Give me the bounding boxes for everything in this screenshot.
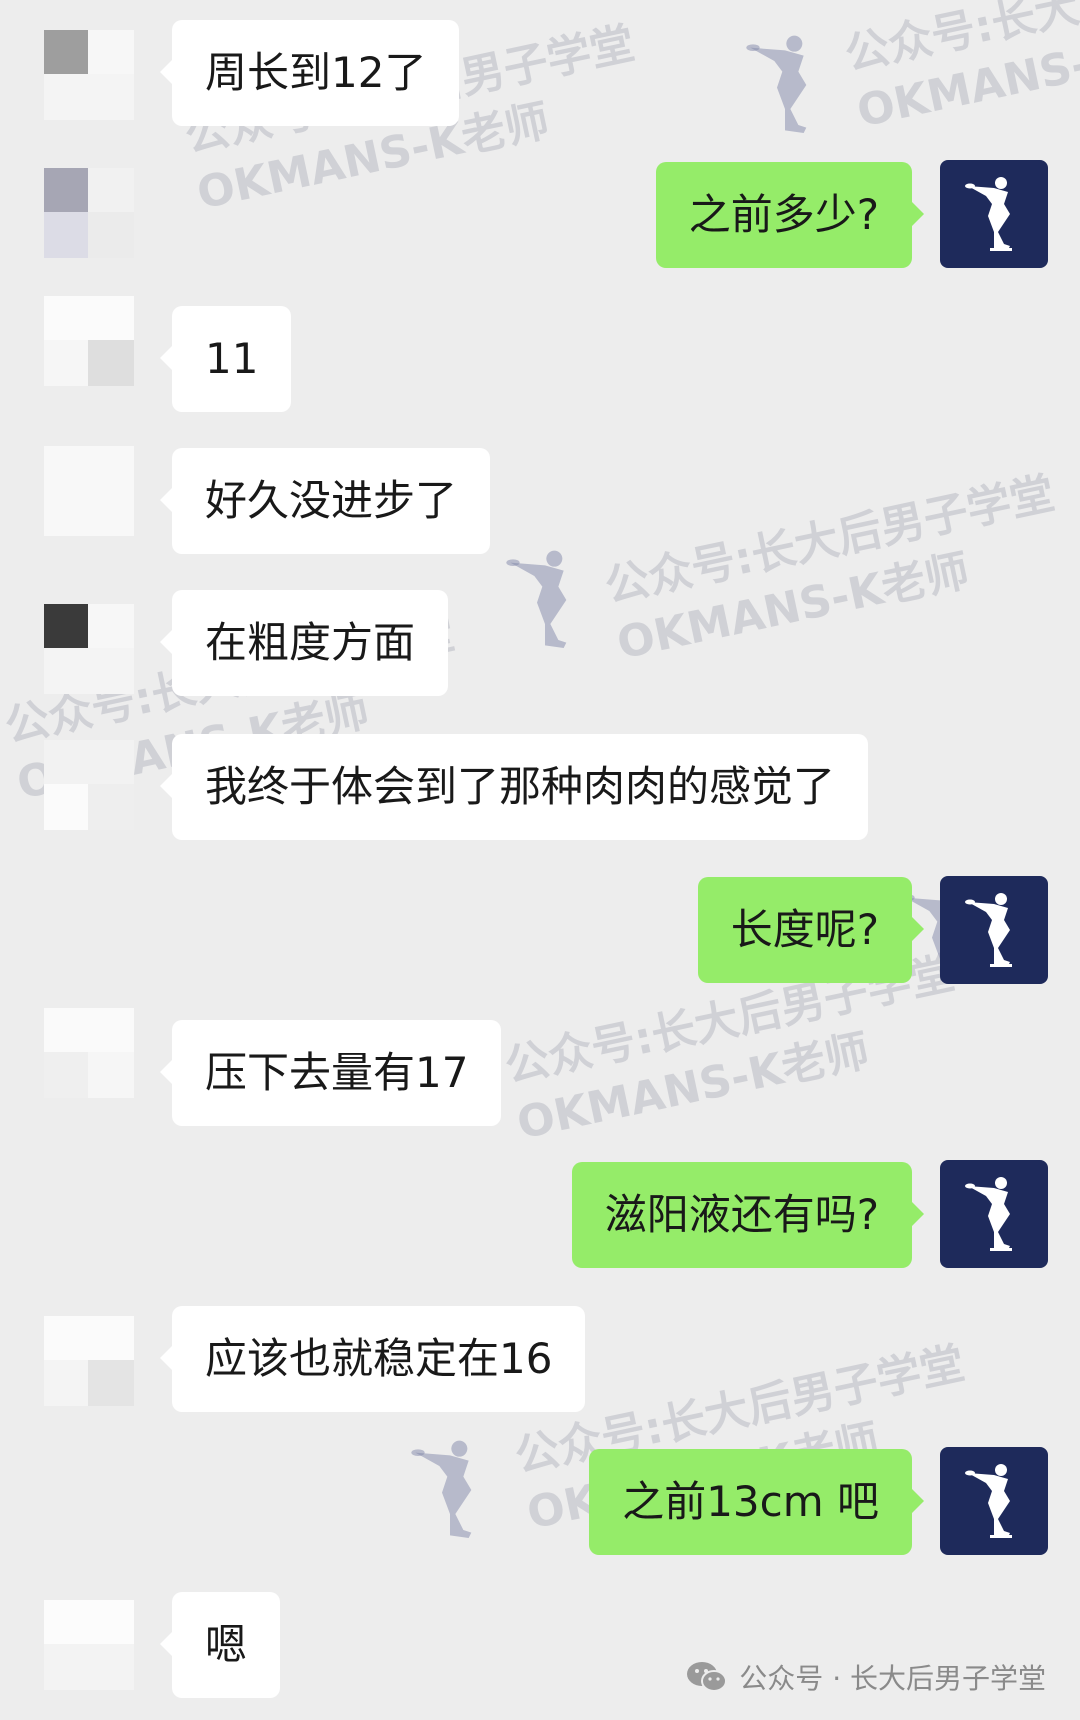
chat-window: 公众号:长大后男子学堂 OKMANS-K老师 公众号:长大后男子学堂 OKMAN… xyxy=(0,0,1080,1720)
discus-thrower-icon xyxy=(965,1464,1012,1538)
message-bubble[interactable]: 压下去量有17 xyxy=(159,1020,502,1126)
watermark-line2: OKMANS-K老师 xyxy=(612,545,974,670)
discus-thrower-icon xyxy=(411,1440,472,1538)
self-avatar[interactable] xyxy=(940,876,1048,984)
self-avatar[interactable] xyxy=(940,1447,1048,1555)
footer-text: 公众号 · 长大后男子学堂 xyxy=(739,1662,1046,1695)
message-bubble[interactable]: 应该也就稳定在16 xyxy=(159,1306,586,1412)
contact-avatar[interactable] xyxy=(44,604,134,694)
discus-thrower-icon xyxy=(965,1177,1012,1251)
watermark-line1: 公众号:长大后男子学堂 xyxy=(840,0,1080,81)
discus-thrower-icon xyxy=(506,550,567,648)
watermark: 公众号:长大后男子学堂 OKMANS-K老师 xyxy=(840,0,1080,141)
message-bubble[interactable]: 周长到12了 xyxy=(159,20,460,126)
watermark-line2: OKMANS-K老师 xyxy=(852,13,1080,138)
discus-thrower-icon xyxy=(965,893,1012,967)
contact-avatar[interactable] xyxy=(44,740,134,830)
message-bubble[interactable]: 11 xyxy=(159,306,292,412)
contact-avatar[interactable] xyxy=(44,1008,134,1098)
discus-thrower-icon xyxy=(746,35,807,133)
contact-avatar[interactable] xyxy=(44,168,134,258)
wechat-icon xyxy=(687,1662,728,1692)
message-bubble[interactable]: 嗯 xyxy=(159,1592,281,1698)
self-avatar[interactable] xyxy=(940,1160,1048,1268)
message-bubble[interactable]: 之前13cm 吧 xyxy=(589,1449,924,1555)
contact-avatar[interactable] xyxy=(44,1600,134,1690)
message-bubble[interactable]: 在粗度方面 xyxy=(159,590,449,696)
message-bubble[interactable]: 长度呢? xyxy=(697,877,925,983)
message-bubble[interactable]: 我终于体会到了那种肉肉的感觉了 xyxy=(159,734,869,840)
contact-avatar[interactable] xyxy=(44,1316,134,1406)
discus-thrower-icon xyxy=(965,177,1012,251)
message-bubble[interactable]: 之前多少? xyxy=(655,162,925,268)
contact-avatar[interactable] xyxy=(44,296,134,386)
self-avatar[interactable] xyxy=(940,160,1048,268)
watermark-line2: OKMANS-K老师 xyxy=(512,1025,874,1150)
message-bubble[interactable]: 好久没进步了 xyxy=(159,448,491,554)
footer-caption: 公众号 · 长大后男子学堂 xyxy=(685,1652,1046,1702)
message-bubble[interactable]: 滋阳液还有吗? xyxy=(571,1162,925,1268)
watermark-line1: 公众号:长大后男子学堂 xyxy=(600,467,1059,613)
contact-avatar[interactable] xyxy=(44,446,134,536)
watermark: 公众号:长大后男子学堂 OKMANS-K老师 xyxy=(600,465,1072,674)
contact-avatar[interactable] xyxy=(44,30,134,120)
